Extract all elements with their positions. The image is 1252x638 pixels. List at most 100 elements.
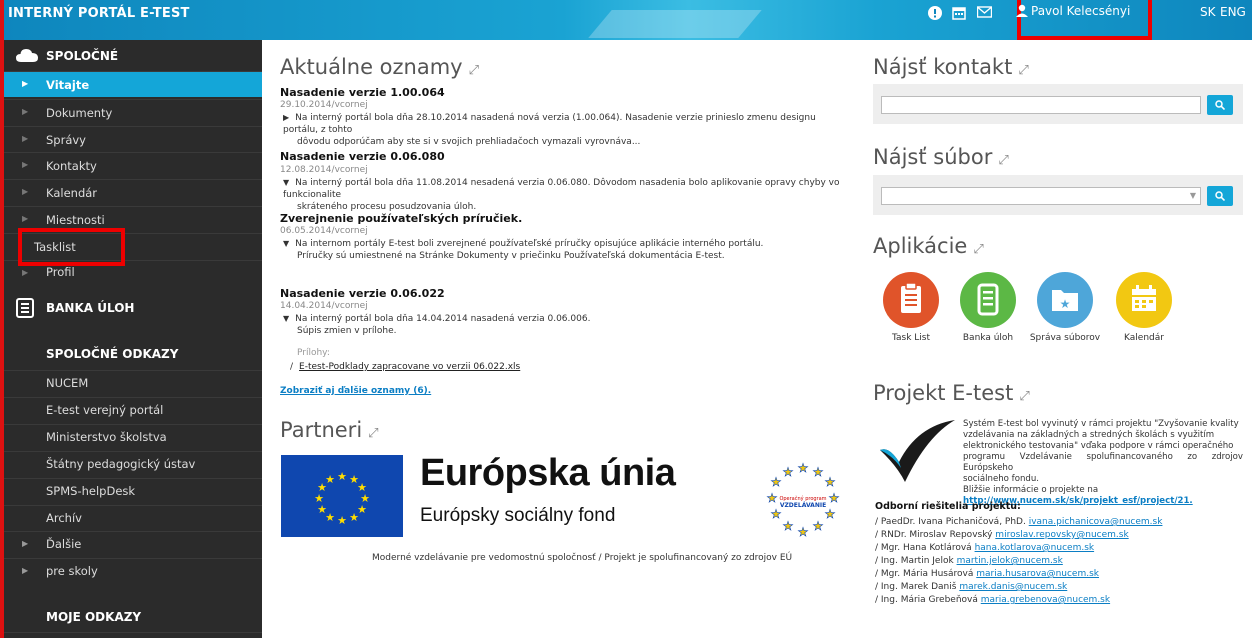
lang-en-link[interactable]: ENG xyxy=(1220,5,1246,19)
news-body-line: dôvodu odporúčam aby ste si v svojich pr… xyxy=(297,137,641,147)
svg-text:★: ★ xyxy=(813,519,824,533)
partners-heading[interactable]: Partneri ⤢ xyxy=(280,418,379,442)
member-name: RNDr. Miroslav Repovský xyxy=(880,530,993,540)
svg-text:★: ★ xyxy=(829,491,840,505)
link-helpdesk[interactable]: SPMS-helpDesk xyxy=(0,478,262,502)
link-pre-skoly[interactable]: ▶ pre skoly xyxy=(0,558,262,582)
sidebar-item-spravy[interactable]: ▶ Správy xyxy=(0,126,262,152)
sidebar-item-vitajte[interactable]: ▶ Vitajte xyxy=(0,71,262,97)
news-heading[interactable]: Aktuálne oznamy ⤢ xyxy=(280,55,479,79)
link-more[interactable]: ▶ Ďalšie xyxy=(0,531,262,555)
news-body: ▼ Na interný portál bola dňa 14.04.2014 n… xyxy=(283,313,853,337)
app-label[interactable]: Task List xyxy=(871,333,951,343)
project-heading[interactable]: Projekt E-test ⤢ xyxy=(873,381,1030,405)
calendar-icon[interactable] xyxy=(950,6,968,26)
news-title[interactable]: Nasadenie verzie 1.00.064 xyxy=(280,86,445,99)
find-contact-label: Nájsť kontakt xyxy=(873,55,1013,79)
task-bank-app-icon[interactable] xyxy=(960,272,1016,328)
find-contact-heading[interactable]: Nájsť kontakt ⤢ xyxy=(873,55,1029,79)
member-email-link[interactable]: marek.danis@nucem.sk xyxy=(959,582,1067,592)
project-text-line: Bližšie informácie o projekte na xyxy=(963,485,1099,495)
team-member: / PaedDr. Ivana Pichaničová, PhD. ivana.… xyxy=(875,517,1163,527)
link-label: pre skoly xyxy=(46,564,98,578)
app-label[interactable]: Kalendár xyxy=(1104,333,1184,343)
member-email-link[interactable]: hana.kotlarova@nucem.sk xyxy=(975,543,1095,553)
app-label[interactable]: Banka úloh xyxy=(948,333,1028,343)
section-common-label: SPOLOČNÉ xyxy=(46,49,119,63)
news-title[interactable]: Nasadenie verzie 0.06.022 xyxy=(280,287,445,300)
member-email-link[interactable]: martin.jelok@nucem.sk xyxy=(957,556,1063,566)
alert-icon[interactable] xyxy=(926,6,944,26)
expand-icon[interactable]: ⤢ xyxy=(368,426,378,441)
section-common[interactable]: SPOLOČNÉ xyxy=(0,48,262,68)
caret-down-icon[interactable]: ▼ xyxy=(283,178,289,187)
expand-icon[interactable]: ⤢ xyxy=(1019,389,1029,404)
eu-flag[interactable]: ★ ★ ★ ★ ★ ★ ★ ★ ★ ★ ★ ★ xyxy=(281,455,403,537)
project-text-line: Systém E-test bol vyvinutý v rámci proje… xyxy=(963,419,1239,429)
team-member: / Ing. Marek Daniš marek.danis@nucem.sk xyxy=(875,582,1068,592)
apps-heading-label: Aplikácie xyxy=(873,234,968,258)
svg-text:★: ★ xyxy=(767,491,778,505)
user-name[interactable]: Pavol Kelecsényi xyxy=(1031,4,1130,18)
svg-text:★: ★ xyxy=(783,465,794,479)
find-file-heading[interactable]: Nájsť súbor ⤢ xyxy=(873,145,1009,169)
contact-search-input[interactable] xyxy=(881,96,1201,114)
expand-icon[interactable]: ⤢ xyxy=(1018,63,1028,78)
dropdown-arrow-icon[interactable]: ▼ xyxy=(1190,191,1196,200)
link-spu[interactable]: Štátny pedagogický ústav xyxy=(0,451,262,475)
app-title[interactable]: INTERNÝ PORTÁL E-TEST xyxy=(8,6,190,21)
expand-icon[interactable]: ⤢ xyxy=(469,63,479,78)
sidebar-item-kalendar[interactable]: ▶ Kalendár xyxy=(0,179,262,205)
expand-icon[interactable]: ⤢ xyxy=(973,242,983,257)
sidebar-item-label: Dokumenty xyxy=(46,106,113,120)
caret-right-icon: ▶ xyxy=(22,539,29,548)
contact-search-panel xyxy=(873,84,1243,124)
member-email-link[interactable]: maria.husarova@nucem.sk xyxy=(976,569,1099,579)
team-member: / Mgr. Hana Kotlárová hana.kotlarova@nuc… xyxy=(875,543,1095,553)
file-search-select[interactable]: ▼ xyxy=(881,187,1201,205)
caret-right-icon[interactable]: ▶ xyxy=(283,113,289,122)
more-news-link[interactable]: Zobraziť aj ďalšie oznamy (6). xyxy=(280,386,431,396)
member-email-link[interactable]: miroslav.repovsky@nucem.sk xyxy=(995,530,1128,540)
news-title[interactable]: Zverejnenie používateľských príručiek. xyxy=(280,212,522,225)
section-my-links: MOJE ODKAZY xyxy=(0,610,262,630)
contact-search-button[interactable] xyxy=(1207,95,1233,115)
calendar-app-icon[interactable] xyxy=(1116,272,1172,328)
caret-down-icon[interactable]: ▼ xyxy=(283,314,289,323)
app-label[interactable]: Správa súborov xyxy=(1025,333,1105,343)
file-manager-app-icon[interactable]: ★ xyxy=(1037,272,1093,328)
section-bank[interactable]: BANKA ÚLOH xyxy=(0,298,262,320)
sidebar-item-label: Kalendár xyxy=(46,186,98,200)
top-bar: INTERNÝ PORTÁL E-TEST Pavol Kelecsényi S… xyxy=(0,0,1252,40)
apps-heading[interactable]: Aplikácie ⤢ xyxy=(873,234,984,258)
link-archive[interactable]: Archív xyxy=(0,505,262,529)
attachment-link[interactable]: E-test-Podklady zapracovane vo verzii 06… xyxy=(299,362,520,372)
mail-icon[interactable] xyxy=(975,6,993,24)
link-ministry[interactable]: Ministerstvo školstva xyxy=(0,424,262,448)
link-etest-public[interactable]: E-test verejný portál xyxy=(0,397,262,421)
header-decoration xyxy=(588,10,762,38)
caret-down-icon[interactable]: ▼ xyxy=(283,239,289,248)
op-vzdelavanie-logo[interactable]: ★ ★ ★ ★ ★ ★ ★ ★ ★ ★ ★ ★ Operačný program VZDELÁVANI… xyxy=(758,458,848,540)
lang-sk-link[interactable]: SK xyxy=(1200,5,1216,19)
section-my-links-label: MOJE ODKAZY xyxy=(46,610,142,624)
section-links-label: SPOLOČNÉ ODKAZY xyxy=(46,347,179,361)
sidebar-item-kontakty[interactable]: ▶ Kontakty xyxy=(0,152,262,178)
tasklist-app-icon[interactable] xyxy=(883,272,939,328)
file-search-button[interactable] xyxy=(1207,186,1233,206)
news-title[interactable]: Nasadenie verzie 0.06.080 xyxy=(280,150,445,163)
svg-text:★: ★ xyxy=(771,507,782,521)
expand-icon[interactable]: ⤢ xyxy=(998,153,1008,168)
more-news-row: Zobraziť aj ďalšie oznamy (6). xyxy=(280,386,431,396)
sidebar-item-label: Kontakty xyxy=(46,159,97,173)
link-nucem[interactable]: NUCEM xyxy=(0,370,262,394)
link-label: SPMS-helpDesk xyxy=(46,484,136,498)
member-email-link[interactable]: maria.grebenova@nucem.sk xyxy=(981,595,1110,605)
sidebar-item-label: Správy xyxy=(46,133,86,147)
link-label: Ministerstvo školstva xyxy=(46,430,167,444)
link-label: Štátny pedagogický ústav xyxy=(46,457,196,471)
caret-right-icon: ▶ xyxy=(22,160,29,169)
news-date: 12.08.2014/vcornej xyxy=(280,165,368,175)
member-email-link[interactable]: ivana.pichanicova@nucem.sk xyxy=(1029,517,1163,527)
sidebar-item-dokumenty[interactable]: ▶ Dokumenty xyxy=(0,99,262,125)
